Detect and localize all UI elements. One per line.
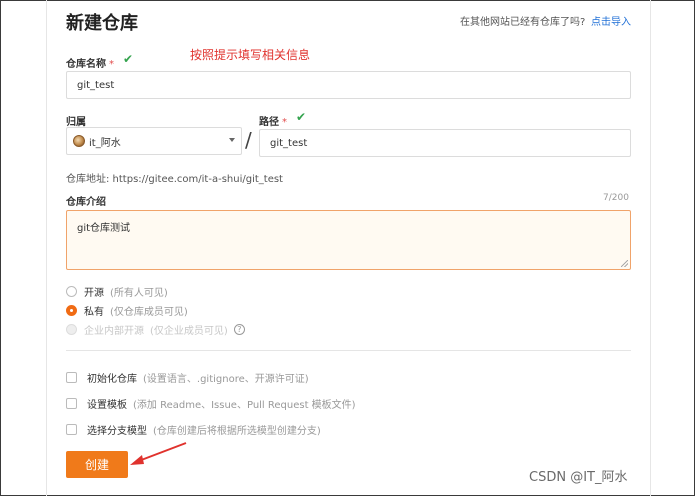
option-note: (仓库创建后将根据所选模型创建分支) [153,426,321,437]
path-label: 路径 * [259,117,287,128]
option-label: 选择分支模型 [87,426,147,437]
path-value: git_test [270,137,308,149]
repo-address: 仓库地址: https://gitee.com/it-a-shui/git_te… [66,174,283,185]
page-title: 新建仓库 [66,13,138,34]
checkbox-icon[interactable] [66,372,77,383]
radio-note: (仅仓库成员可见) [110,307,188,318]
chevron-down-icon [229,138,235,142]
path-input[interactable]: git_test [259,129,631,157]
create-button[interactable]: 创建 [66,451,128,478]
option-template[interactable]: 设置模板 (添加 Readme、Issue、Pull Request 模板文件) [66,396,356,411]
option-note: (添加 Readme、Issue、Pull Request 模板文件) [133,400,356,411]
radio-selected-icon[interactable] [66,305,77,316]
radio-label: 开源 [84,288,104,299]
description-label: 仓库介绍 [66,197,106,208]
content-left-border [46,0,47,496]
check-icon: ✔ [123,52,134,66]
required-mark: * [109,59,114,70]
radio-private[interactable]: 私有 (仅仓库成员可见) [66,303,188,318]
description-value: git仓库测试 [77,223,131,234]
owner-label: 归属 [66,117,86,128]
check-icon: ✔ [296,110,307,124]
owner-value: it_阿水 [89,137,121,149]
section-divider [66,350,631,351]
resize-handle-icon[interactable] [621,260,628,267]
option-label: 设置模板 [87,400,127,411]
import-link[interactable]: 点击导入 [591,13,631,28]
radio-note: (仅企业成员可见) [150,326,228,337]
red-arrow-icon [130,442,187,465]
radio-disabled-icon [66,324,77,335]
char-counter: 7/200 [603,193,629,203]
radio-enterprise: 企业内部开源 (仅企业成员可见) ? [66,322,245,337]
repo-name-value: git_test [77,79,115,91]
owner-select[interactable]: it_阿水 [66,127,242,155]
radio-public[interactable]: 开源 (所有人可见) [66,284,168,299]
radio-note: (所有人可见) [110,288,168,299]
radio-label: 企业内部开源 [84,326,144,337]
question-circle-icon[interactable]: ? [233,324,245,335]
option-init-repo[interactable]: 初始化仓库 (设置语言、.gitignore、开源许可证) [66,370,309,385]
path-separator: / [245,128,252,152]
option-label: 初始化仓库 [87,374,137,385]
option-note: (设置语言、.gitignore、开源许可证) [143,374,309,385]
description-textarea[interactable]: git仓库测试 [66,210,631,270]
radio-label: 私有 [84,307,104,318]
avatar [73,135,85,147]
repo-name-label: 仓库名称 * [66,59,114,70]
annotation-text: 按照提示填写相关信息 [190,48,311,62]
repo-name-input[interactable]: git_test [66,71,631,99]
checkbox-icon[interactable] [66,424,77,435]
option-branch-model[interactable]: 选择分支模型 (仓库创建后将根据所选模型创建分支) [66,422,321,437]
radio-circle-icon[interactable] [66,286,77,297]
content-right-border [650,0,651,496]
import-prompt: 在其他网站已经有仓库了吗? [460,17,586,28]
required-mark: * [282,117,287,128]
watermark: CSDN @IT_阿水 [529,470,628,485]
checkbox-icon[interactable] [66,398,77,409]
